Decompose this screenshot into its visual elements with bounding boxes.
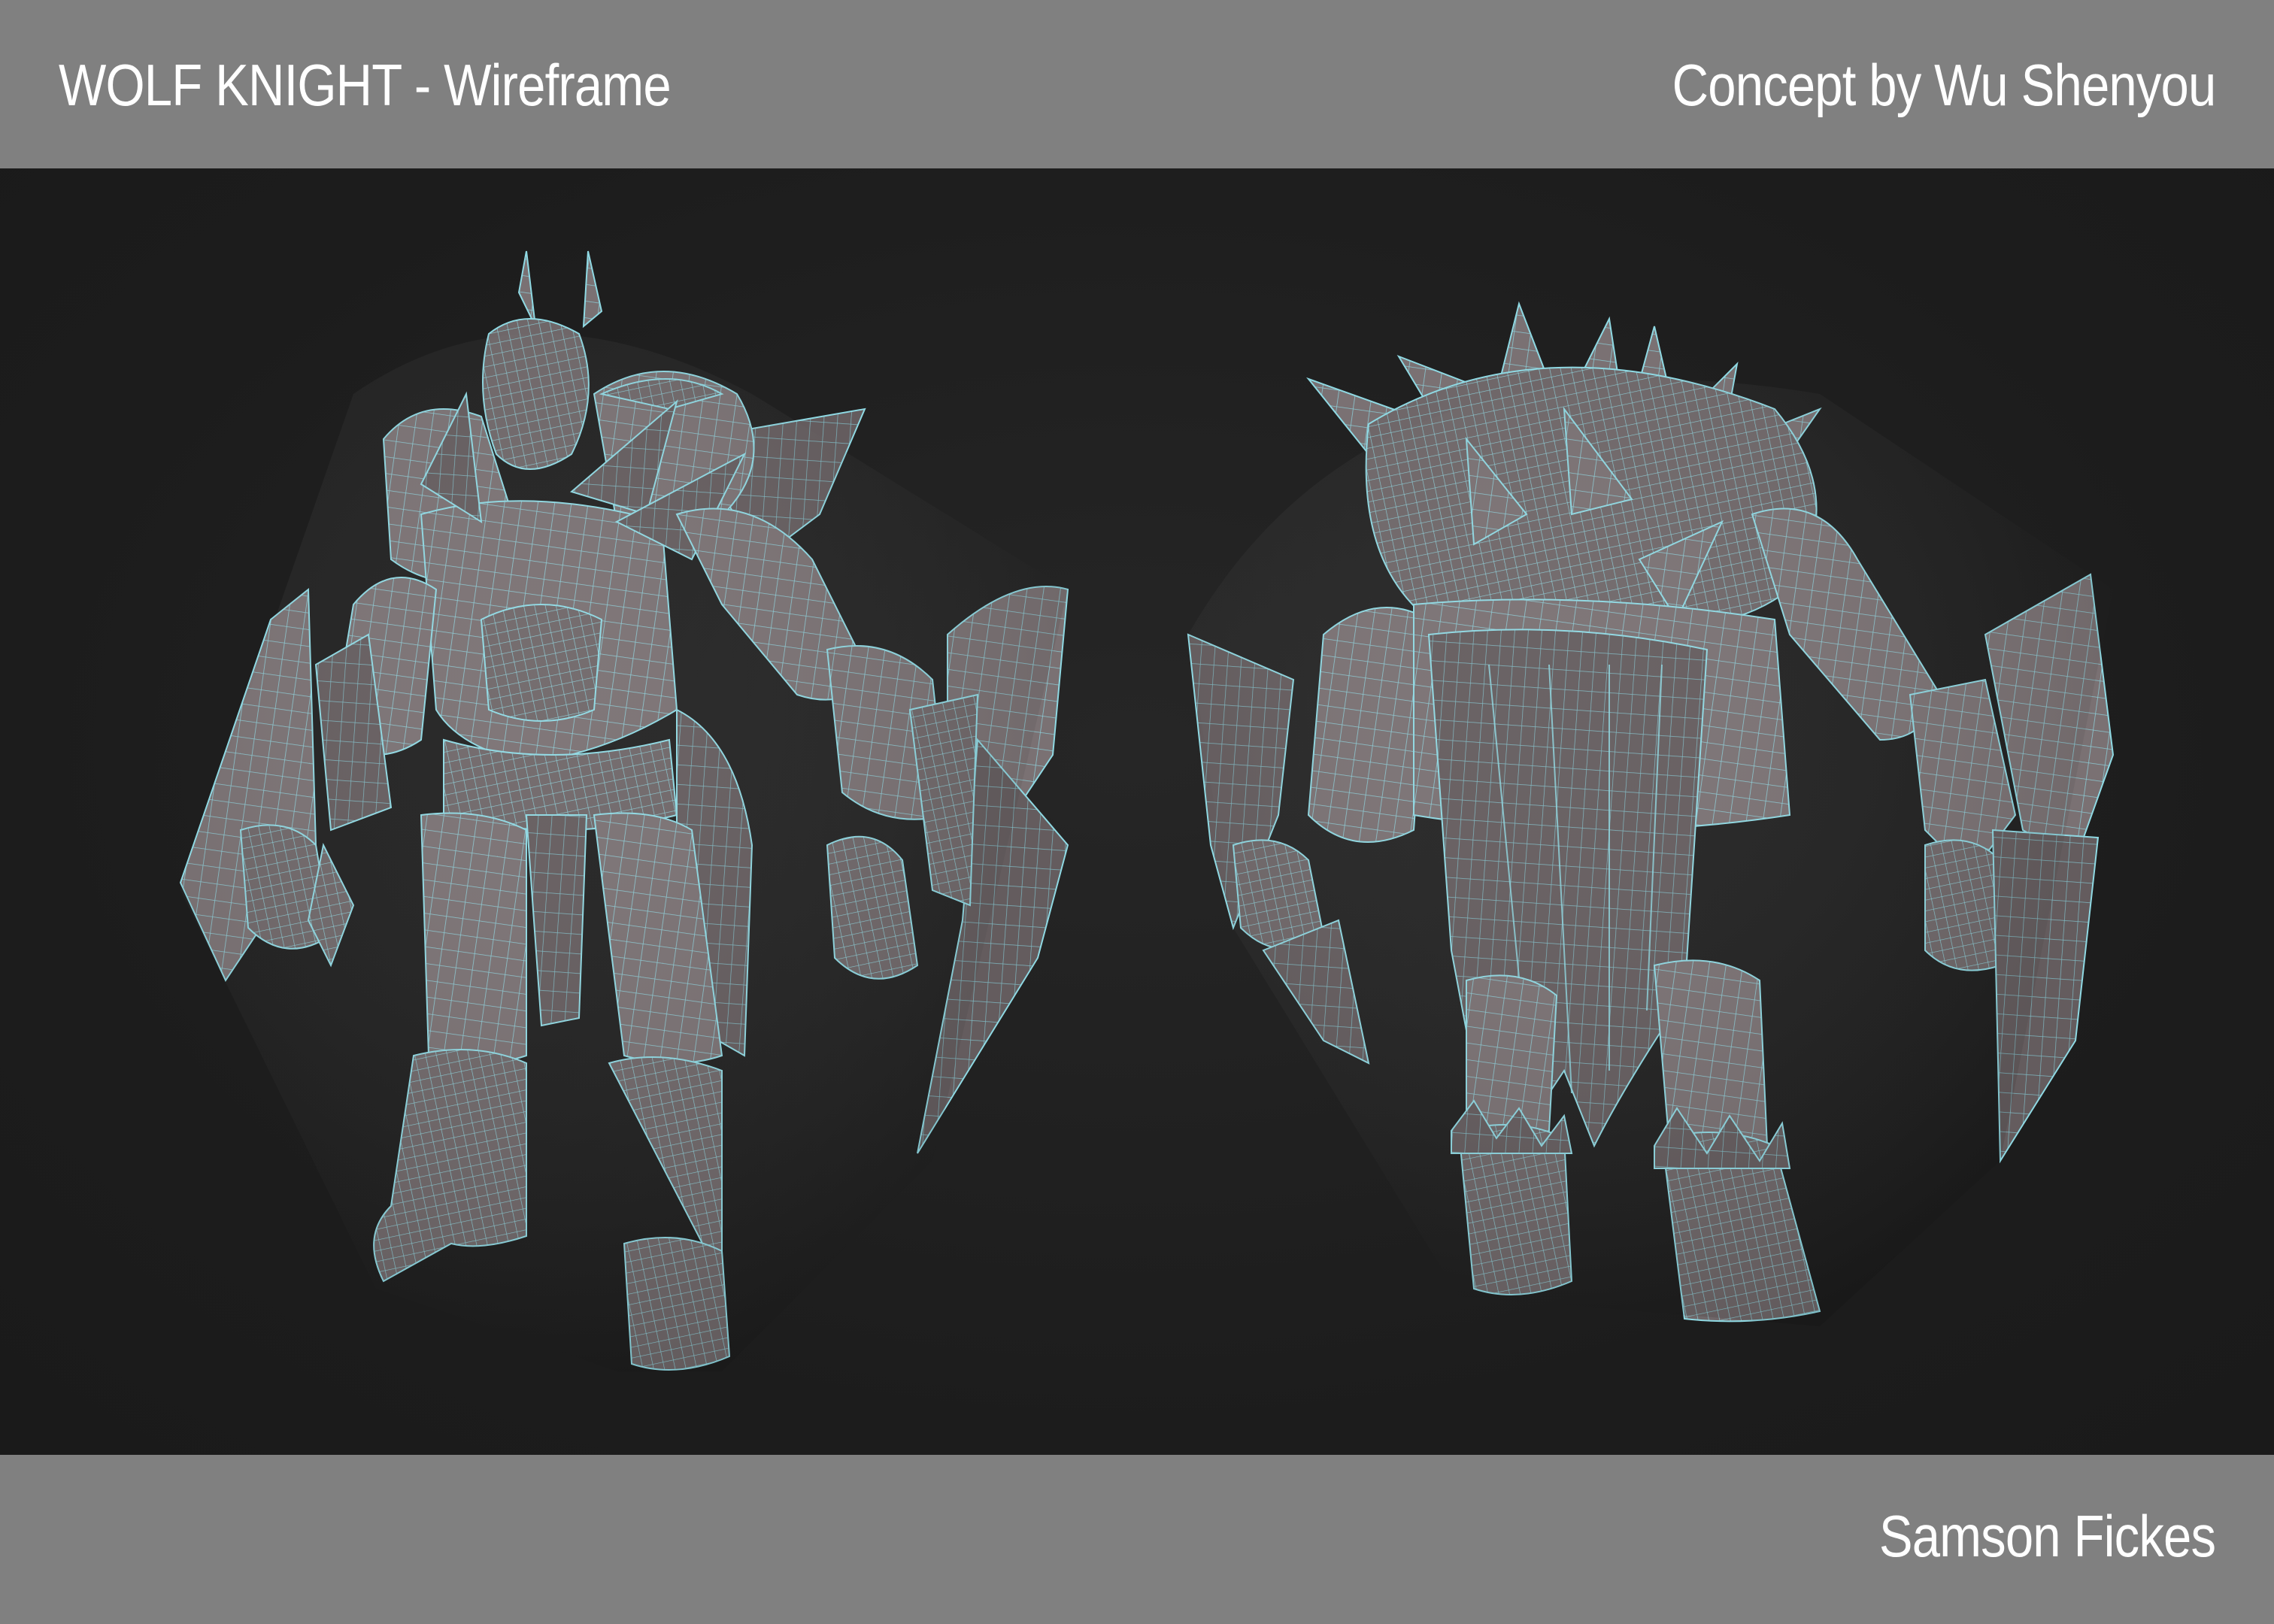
presentation-sheet: WOLF KNIGHT - Wireframe Concept by Wu Sh… — [0, 0, 2274, 1624]
back-view-model — [1187, 301, 2115, 1326]
header-bar: WOLF KNIGHT - Wireframe Concept by Wu Sh… — [0, 0, 2274, 168]
footer-bar: Samson Fickes — [0, 1455, 2274, 1624]
concept-credit: Concept by Wu Shenyou — [1672, 52, 2216, 118]
artist-credit: Samson Fickes — [1878, 1503, 2216, 1569]
page-title: WOLF KNIGHT - Wireframe — [59, 52, 672, 118]
wireframe-render — [179, 250, 2115, 1371]
front-view-model — [179, 250, 1069, 1371]
